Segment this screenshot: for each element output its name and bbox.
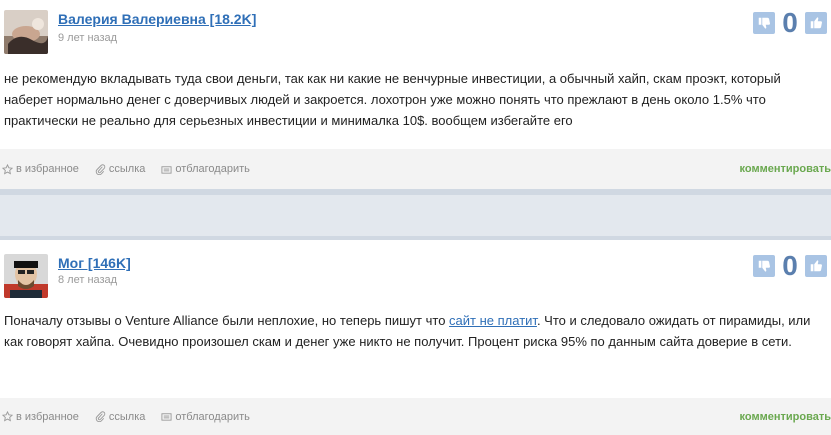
vote-score: 0 [782,250,798,281]
paperclip-icon [95,411,106,422]
link-label: ссылка [108,410,146,423]
paperclip-icon [95,163,106,175]
wallet-icon [161,413,172,421]
vote-up-button[interactable] [805,12,827,34]
comment-reply-link[interactable]: комментировать [740,163,831,175]
comment-actions-bar: в избранное ссылка отблагодарить коммент… [0,149,831,189]
comment-date: 9 лет назад [58,32,118,44]
vote-up-button[interactable] [805,255,827,277]
favorite-button[interactable]: в избранное [2,411,79,423]
site-not-paying-link[interactable]: сайт не платит [449,313,537,328]
vote-score: 0 [782,7,798,38]
comment-text: не рекомендую вкладывать туда свои деньг… [4,71,781,128]
thank-label: отблагодарить [175,410,250,423]
favorite-label: в избранное [16,163,79,175]
comment-date: 8 лет назад [58,274,118,286]
star-icon [2,163,13,175]
thank-label: отблагодарить [175,163,250,175]
comments-separator [0,189,831,240]
thumbs-down-icon [758,17,770,29]
favorite-button[interactable]: в избранное [2,163,79,175]
thank-button[interactable]: отблагодарить [161,163,250,175]
favorite-label: в избранное [16,410,79,423]
thumbs-up-icon [810,260,822,272]
thumbs-down-icon [758,260,770,272]
vote-down-button[interactable] [753,12,775,34]
thumbs-up-icon [810,17,822,29]
link-label: ссылка [108,163,146,175]
vote-widget: 0 [753,251,827,281]
author-name-link[interactable]: Мог [146K] [58,255,131,271]
wallet-icon [161,165,172,174]
author-name-link[interactable]: Валерия Валериевна [18.2K] [58,11,256,27]
vote-down-button[interactable] [753,255,775,277]
link-button[interactable]: ссылка [95,410,146,423]
comment-text-start: Поначалу отзывы о Venture Alliance были … [4,313,450,328]
star-icon [2,411,13,422]
avatar[interactable] [4,254,48,298]
avatar[interactable] [4,10,48,54]
comment-actions-bar: в избранное ссылка отблагодарить коммент… [0,398,831,435]
vote-widget: 0 [753,8,827,38]
link-button[interactable]: ссылка [95,163,146,175]
comment-text: Поначалу отзывы о Venture Alliance были … [4,310,826,352]
comment-reply-link[interactable]: комментировать [740,411,831,423]
thank-button[interactable]: отблагодарить [161,410,250,423]
